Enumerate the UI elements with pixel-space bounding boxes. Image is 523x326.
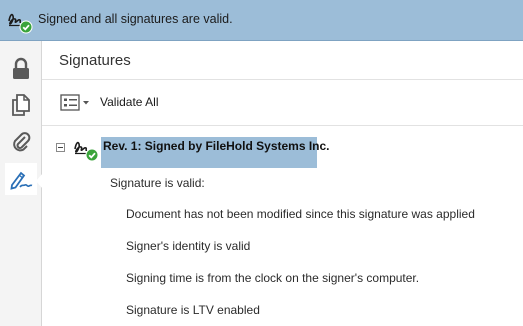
signature-detail-item: Signature is LTV enabled	[126, 303, 260, 317]
signature-detail-item: Signing time is from the clock on the si…	[126, 271, 420, 285]
signatures-panel: Signatures Validate All Rev. 1: Signed b…	[42, 41, 523, 326]
pages-icon	[12, 94, 30, 116]
attachments-icon	[13, 132, 31, 152]
collapse-toggle[interactable]	[56, 143, 65, 152]
signature-pen-icon	[10, 171, 33, 190]
signature-detail-item: Document has not been modified since thi…	[126, 207, 475, 221]
list-options-icon	[60, 94, 89, 111]
valid-signature-icon	[74, 141, 99, 162]
pages-button[interactable]	[5, 89, 37, 121]
signatures-button[interactable]	[5, 163, 37, 195]
navigation-rail	[0, 41, 43, 326]
signature-detail-item: Signer's identity is valid	[126, 239, 251, 253]
validate-all-button[interactable]: Validate All	[100, 95, 158, 109]
valid-signature-icon	[8, 13, 33, 34]
signature-status-banner: Signed and all signatures are valid.	[0, 0, 523, 41]
divider	[42, 79, 523, 80]
panel-title: Signatures	[59, 52, 131, 69]
banner-message: Signed and all signatures are valid.	[38, 12, 233, 26]
signature-status-label: Signature is valid:	[110, 176, 205, 190]
signature-revision-item[interactable]: Rev. 1: Signed by FileHold Systems Inc.	[101, 137, 330, 168]
options-menu-button[interactable]	[60, 93, 92, 113]
lock-icon	[13, 57, 29, 79]
divider	[42, 125, 523, 126]
lock-button[interactable]	[5, 53, 37, 85]
chevron-down-icon	[83, 101, 89, 105]
attachments-button[interactable]	[5, 125, 37, 157]
